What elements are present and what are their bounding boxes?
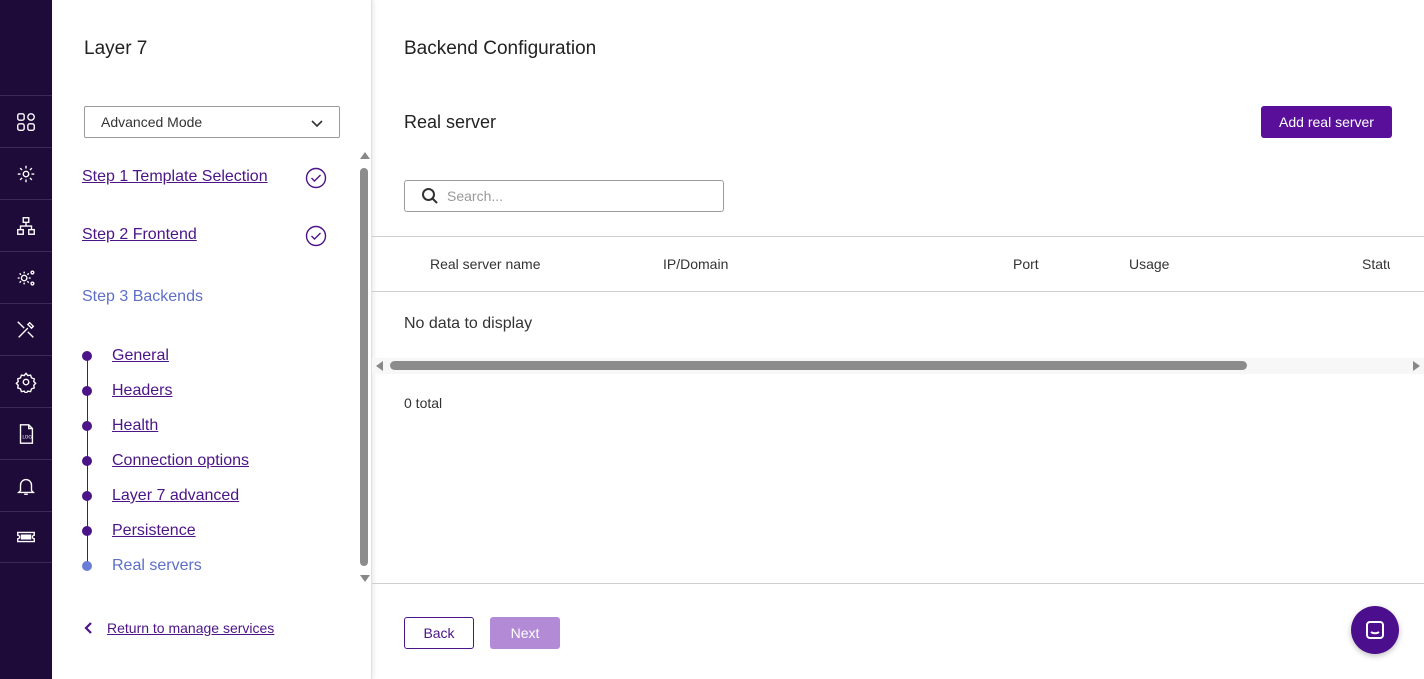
total-count: 0 total [404,395,443,411]
substep-connection-options[interactable]: Connection options [82,451,249,471]
next-button[interactable]: Next [490,617,560,649]
substep-dot [82,491,92,501]
network-icon [17,216,35,235]
table-header: Real server name IP/Domain Port Usage St… [372,236,1424,292]
substep-dot-active [82,561,92,571]
bell-icon [17,478,35,495]
rail-item-settings[interactable] [0,355,52,407]
search-box[interactable] [404,180,724,212]
icon-rail: LOG [0,0,52,679]
substep-label[interactable]: General [112,347,169,365]
check-circle-icon [305,225,327,247]
search-input[interactable] [447,188,717,204]
scrollbar-thumb[interactable] [360,168,368,566]
column-header-port[interactable]: Port [1013,256,1039,272]
substep-dot [82,421,92,431]
rail-item-tickets[interactable] [0,511,52,563]
step-1[interactable]: Step 1 Template Selection [82,168,268,186]
substep-label[interactable]: Headers [112,382,172,400]
empty-table-message: No data to display [404,315,533,332]
substep-layer7-advanced[interactable]: Layer 7 advanced [82,486,239,506]
dashboard-icon [17,112,35,131]
log-icon: LOG [19,423,34,444]
page-title: Backend Configuration [404,38,597,59]
return-to-services-link[interactable]: Return to manage services [82,620,274,636]
wizard-panel: Layer 7 Advanced Mode Step 1 Template Se… [52,0,372,679]
step-1-link[interactable]: Step 1 Template Selection [82,168,268,185]
ticket-icon [17,531,35,543]
rail-item-tools[interactable] [0,303,52,355]
cluster-settings-icon [17,269,35,286]
column-header-name[interactable]: Real server name [430,256,541,272]
check-circle-icon [305,167,327,189]
column-header-ip[interactable]: IP/Domain [663,256,728,272]
substep-headers[interactable]: Headers [82,381,172,401]
chevron-left-icon [84,622,92,634]
chevron-down-icon [309,115,325,131]
column-header-usage[interactable]: Usage [1129,256,1169,272]
scrollbar-thumb[interactable] [390,361,1247,370]
substep-real-servers: Real servers [82,556,202,576]
rail-item-log[interactable]: LOG [0,407,52,459]
substep-dot [82,526,92,536]
substep-health[interactable]: Health [82,416,158,436]
services-gear-icon [17,165,35,182]
step-2[interactable]: Step 2 Frontend [82,226,197,244]
return-link-label[interactable]: Return to manage services [107,620,274,636]
substep-dot [82,386,92,396]
substep-dot [82,351,92,361]
step-2-link[interactable]: Step 2 Frontend [82,226,197,243]
step-3-current: Step 3 Backends [82,288,203,305]
substep-label[interactable]: Connection options [112,452,249,470]
back-button[interactable]: Back [404,617,474,649]
column-header-status[interactable]: Statu [1362,256,1390,272]
svg-text:LOG: LOG [22,434,32,440]
table-horizontal-scrollbar[interactable] [372,358,1424,374]
chat-icon [1366,621,1384,639]
settings-icon [15,371,37,393]
wizard-footer: Back Next [372,583,1424,679]
main-content: Backend Configuration Real server Add re… [372,0,1424,679]
substep-label[interactable]: Layer 7 advanced [112,487,239,505]
substep-dot [82,456,92,466]
scroll-left-arrow-icon[interactable] [376,361,383,371]
scroll-down-arrow-icon[interactable] [360,575,370,582]
scroll-right-arrow-icon[interactable] [1413,361,1420,371]
rail-item-notifications[interactable] [0,459,52,511]
add-real-server-button[interactable]: Add real server [1261,106,1392,138]
search-icon [422,188,438,204]
rail-item-cluster-settings[interactable] [0,251,52,303]
substep-label[interactable]: Health [112,417,158,435]
mode-select[interactable]: Advanced Mode [84,106,340,138]
substep-label[interactable]: Persistence [112,522,196,540]
wizard-title: Layer 7 [84,38,148,59]
section-title: Real server [404,112,497,132]
rail-item-dashboard[interactable] [0,95,52,147]
rail-item-network[interactable] [0,199,52,251]
scroll-up-arrow-icon[interactable] [360,152,370,159]
tools-icon [17,320,35,338]
substep-general[interactable]: General [82,346,169,366]
mode-select-value: Advanced Mode [101,114,203,130]
chat-launcher-button[interactable] [1351,606,1399,654]
substep-persistence[interactable]: Persistence [82,521,196,541]
rail-item-services[interactable] [0,147,52,199]
wizard-scrollbar[interactable] [356,152,372,582]
substep-label-active: Real servers [112,557,202,574]
